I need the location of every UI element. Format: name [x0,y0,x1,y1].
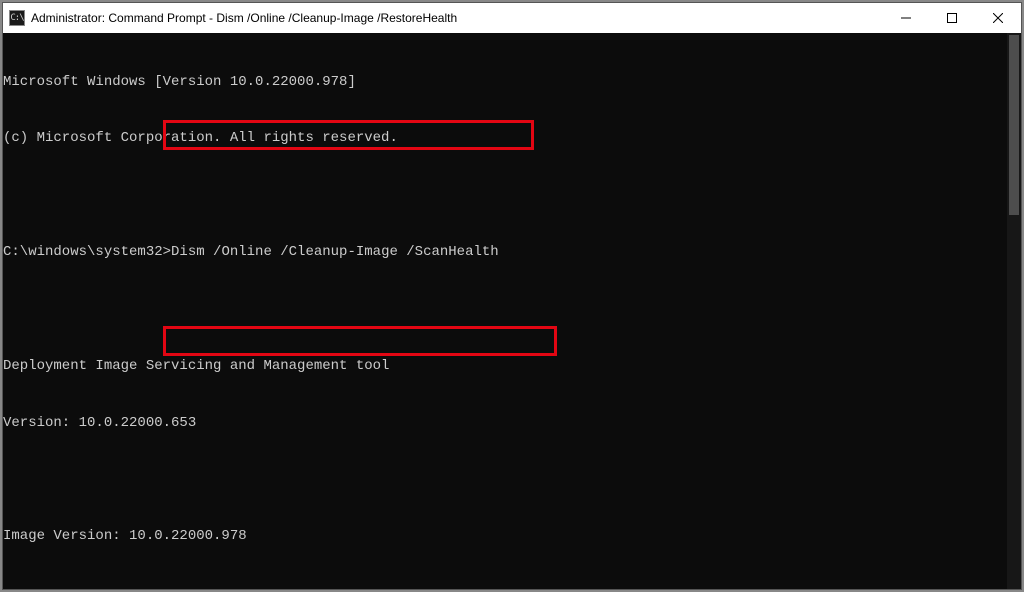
prompt: C:\windows\system32> [3,244,171,260]
blank-line [3,186,1007,205]
output-line: Microsoft Windows [Version 10.0.22000.97… [3,73,1007,92]
blank-line [3,300,1007,319]
maximize-button[interactable] [929,3,975,33]
scrollbar-thumb[interactable] [1009,35,1019,215]
output-line: Deployment Image Servicing and Managemen… [3,357,1007,376]
command-prompt-window: C:\ Administrator: Command Prompt - Dism… [2,2,1022,590]
window-controls [883,3,1021,33]
terminal-content: Microsoft Windows [Version 10.0.22000.97… [3,35,1007,589]
output-line: (c) Microsoft Corporation. All rights re… [3,129,1007,148]
terminal-area[interactable]: Microsoft Windows [Version 10.0.22000.97… [3,33,1021,589]
close-button[interactable] [975,3,1021,33]
blank-line [3,584,1007,589]
output-line: Version: 10.0.22000.653 [3,414,1007,433]
blank-line [3,470,1007,489]
scrollbar[interactable] [1007,33,1021,589]
command-text: Dism /Online /Cleanup-Image /ScanHealth [171,244,499,260]
window-title: Administrator: Command Prompt - Dism /On… [31,11,883,25]
cmd-icon: C:\ [9,10,25,26]
minimize-button[interactable] [883,3,929,33]
command-line-1: C:\windows\system32>Dism /Online /Cleanu… [3,243,1007,262]
titlebar[interactable]: C:\ Administrator: Command Prompt - Dism… [3,3,1021,33]
output-line: Image Version: 10.0.22000.978 [3,527,1007,546]
